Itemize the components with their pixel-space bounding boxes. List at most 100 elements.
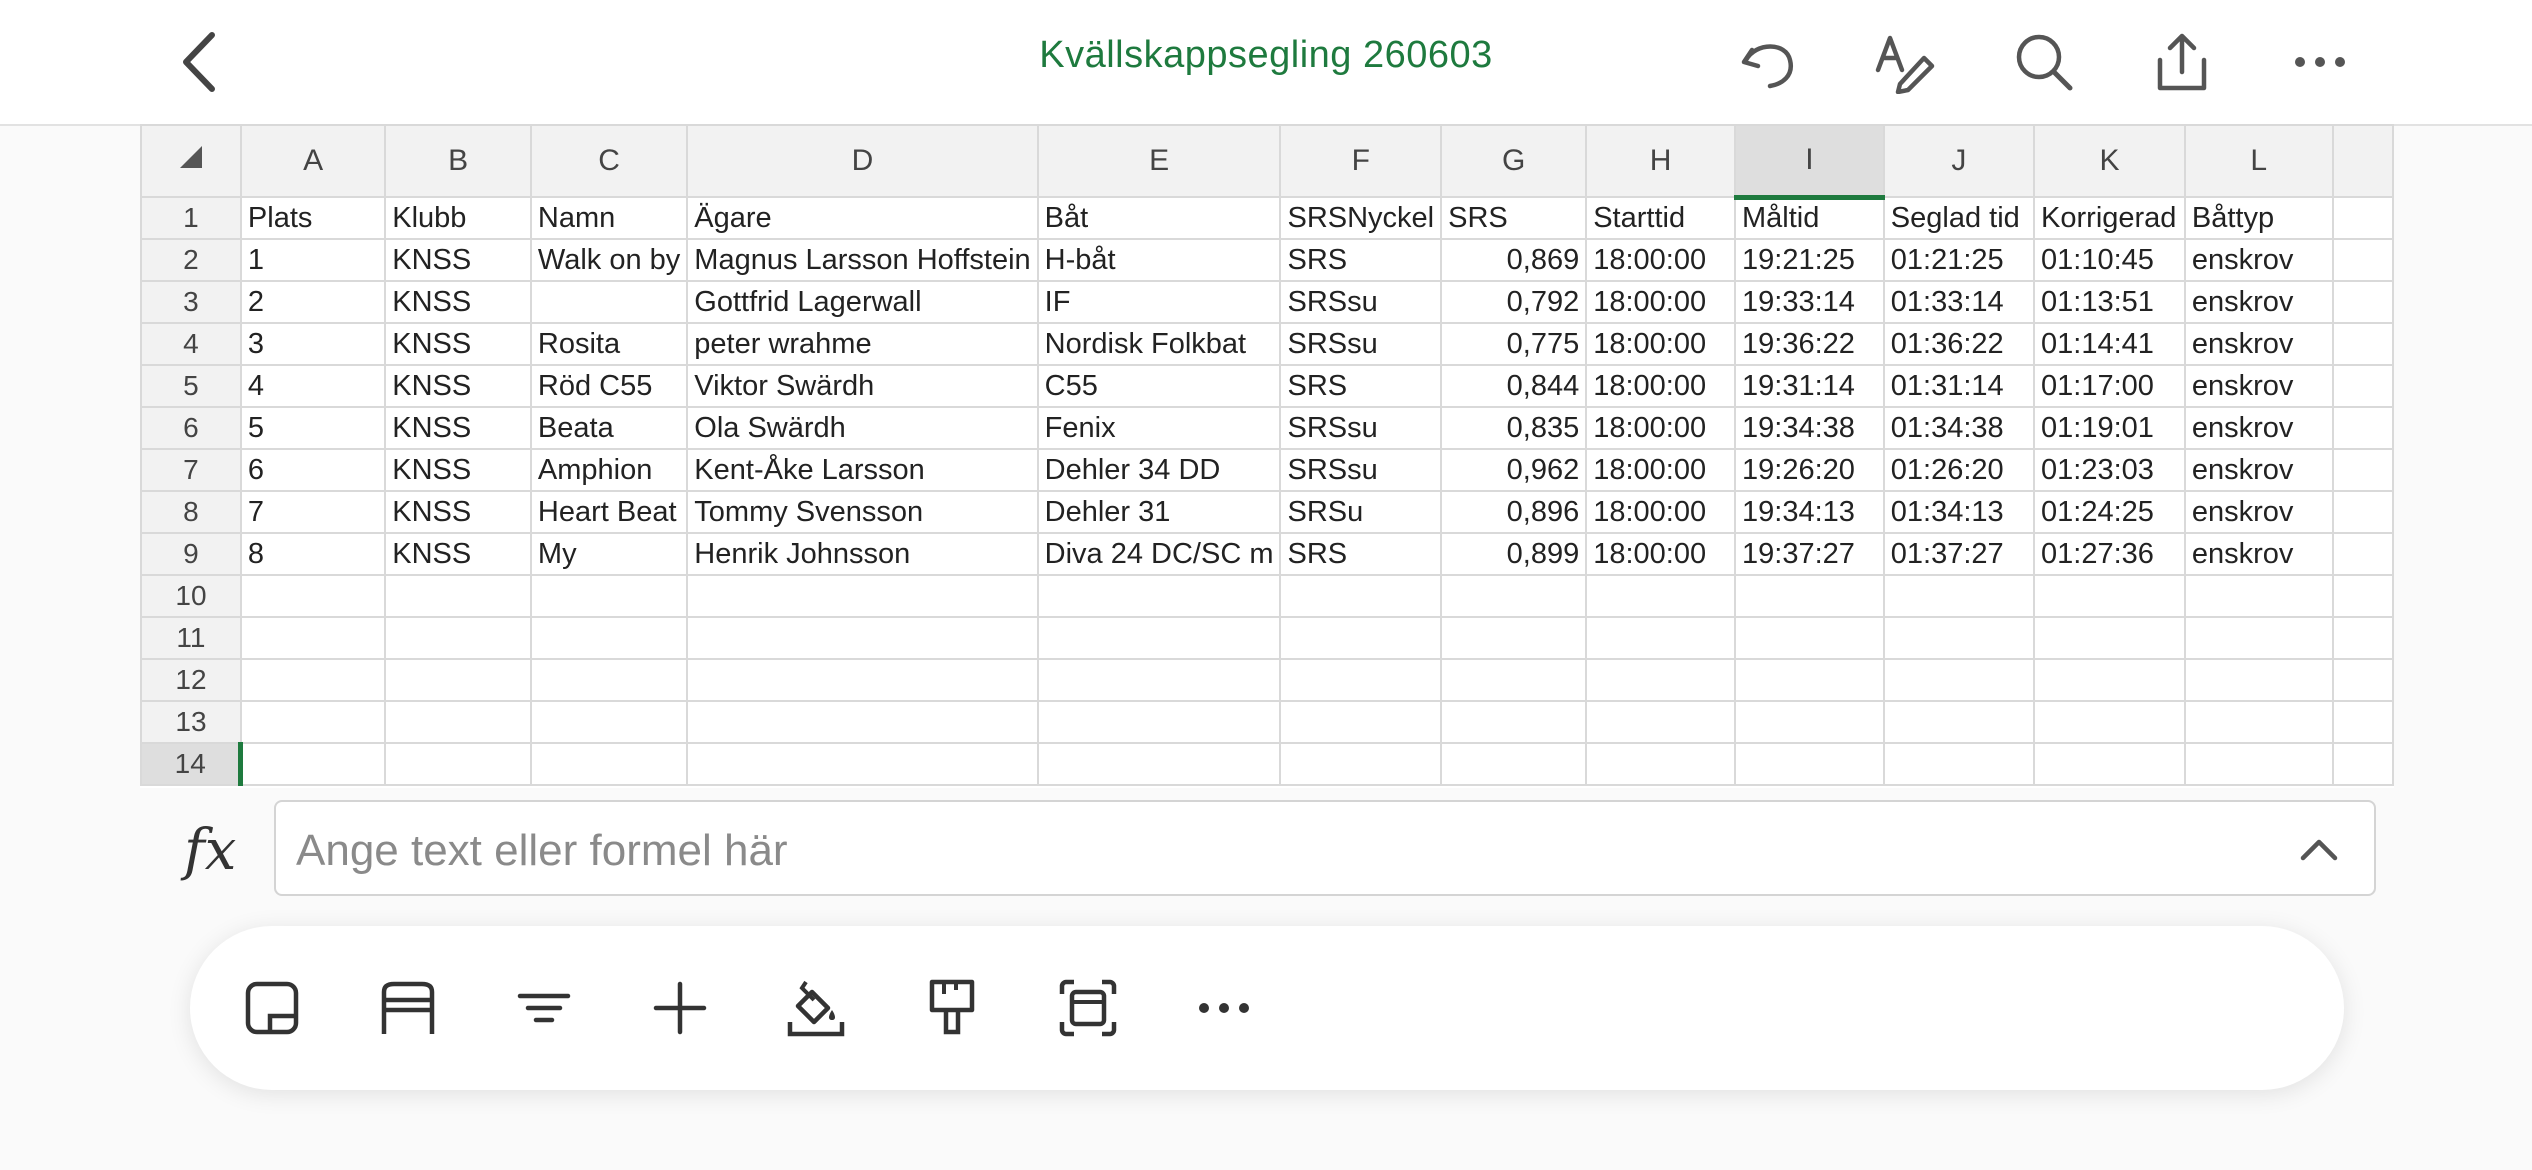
cell[interactable] <box>529 574 689 618</box>
cell[interactable]: Måltid <box>1734 196 1885 240</box>
row-header[interactable]: 2 <box>140 238 242 282</box>
cell[interactable] <box>239 616 387 660</box>
cell[interactable] <box>384 742 532 786</box>
function-label[interactable]: fx <box>184 818 236 883</box>
column-header[interactable]: E <box>1036 124 1282 198</box>
cell[interactable] <box>2331 700 2394 744</box>
cell[interactable] <box>2331 448 2394 492</box>
cell[interactable]: peter wrahme <box>686 322 1039 366</box>
cell[interactable]: 01:19:01 <box>2033 406 2186 450</box>
cell[interactable] <box>2033 658 2186 702</box>
cell[interactable] <box>1279 616 1443 660</box>
cell[interactable] <box>2033 700 2186 744</box>
cell[interactable] <box>1882 742 2036 786</box>
cell[interactable]: Magnus Larsson Hoffstein <box>686 238 1039 282</box>
column-header[interactable]: C <box>529 124 689 198</box>
cell[interactable] <box>2033 574 2186 618</box>
column-header[interactable]: J <box>1882 124 2036 198</box>
cell[interactable] <box>1036 616 1282 660</box>
row-format-button[interactable] <box>368 968 448 1048</box>
cell[interactable]: 18:00:00 <box>1585 490 1736 534</box>
cell[interactable]: 19:33:14 <box>1734 280 1885 324</box>
cell[interactable]: Beata <box>529 406 689 450</box>
cell[interactable] <box>1279 700 1443 744</box>
cell[interactable]: 01:36:22 <box>1882 322 2036 366</box>
cell[interactable]: enskrov <box>2183 238 2334 282</box>
cell[interactable] <box>1036 574 1282 618</box>
cell[interactable] <box>1734 742 1885 786</box>
column-header[interactable]: F <box>1279 124 1443 198</box>
cell[interactable] <box>1585 742 1736 786</box>
cell[interactable]: Namn <box>529 196 689 240</box>
share-button[interactable] <box>2142 22 2222 102</box>
cell[interactable] <box>2331 490 2394 534</box>
cell[interactable]: 19:31:14 <box>1734 364 1885 408</box>
cell[interactable] <box>686 658 1039 702</box>
cell[interactable]: 18:00:00 <box>1585 238 1736 282</box>
cell[interactable] <box>1279 742 1443 786</box>
cell[interactable]: KNSS <box>384 448 532 492</box>
cell[interactable]: Walk on by <box>529 238 689 282</box>
cell[interactable] <box>1882 658 2036 702</box>
cell[interactable] <box>1036 742 1282 786</box>
row-header[interactable]: 12 <box>140 658 242 702</box>
cell[interactable] <box>2331 322 2394 366</box>
cell[interactable] <box>1882 616 2036 660</box>
cell[interactable]: 01:14:41 <box>2033 322 2186 366</box>
format-painter-button[interactable] <box>912 968 992 1048</box>
cell[interactable]: SRSsu <box>1279 322 1443 366</box>
column-header[interactable]: D <box>686 124 1039 198</box>
cell[interactable]: enskrov <box>2183 406 2334 450</box>
column-header[interactable]: K <box>2033 124 2186 198</box>
cell[interactable] <box>529 700 689 744</box>
cell[interactable]: enskrov <box>2183 490 2334 534</box>
cell[interactable]: C55 <box>1036 364 1282 408</box>
cell[interactable] <box>686 574 1039 618</box>
cell[interactable]: 18:00:00 <box>1585 406 1736 450</box>
cell[interactable]: Plats <box>239 196 387 240</box>
cell[interactable] <box>1882 574 2036 618</box>
cell[interactable]: KNSS <box>384 238 532 282</box>
cell[interactable]: 0,844 <box>1440 364 1588 408</box>
cell[interactable]: 18:00:00 <box>1585 322 1736 366</box>
cell[interactable]: Diva 24 DC/SC m <box>1036 532 1282 576</box>
cell[interactable]: KNSS <box>384 406 532 450</box>
cell[interactable] <box>1036 658 1282 702</box>
cell[interactable] <box>2331 364 2394 408</box>
cell[interactable]: 0,869 <box>1440 238 1588 282</box>
cell[interactable]: Dehler 31 <box>1036 490 1282 534</box>
cell[interactable]: enskrov <box>2183 364 2334 408</box>
column-header[interactable]: G <box>1440 124 1588 198</box>
row-header[interactable]: 10 <box>140 574 242 618</box>
expand-formula-button[interactable] <box>2294 824 2344 874</box>
cell[interactable] <box>1440 700 1588 744</box>
cell[interactable] <box>1734 574 1885 618</box>
cell[interactable]: 1 <box>239 238 387 282</box>
column-header[interactable]: A <box>239 124 387 198</box>
cell[interactable] <box>686 700 1039 744</box>
insert-button[interactable] <box>640 968 720 1048</box>
undo-button[interactable] <box>1728 22 1808 102</box>
cell[interactable]: SRSNyckel <box>1279 196 1443 240</box>
cell[interactable] <box>1585 574 1736 618</box>
cell[interactable]: SRSsu <box>1279 448 1443 492</box>
cell[interactable] <box>2033 616 2186 660</box>
cell[interactable]: 19:21:25 <box>1734 238 1885 282</box>
spreadsheet-grid[interactable]: ABCDEFGHIJKL 1 Plats Klubb Namn Ägare Båt SRSN… <box>140 124 2394 788</box>
row-header[interactable]: 7 <box>140 448 242 492</box>
cell[interactable]: Ägare <box>686 196 1039 240</box>
cell[interactable] <box>2183 574 2334 618</box>
cell[interactable] <box>2183 616 2334 660</box>
cell[interactable]: 01:17:00 <box>2033 364 2186 408</box>
select-all-button[interactable] <box>140 124 242 198</box>
row-header[interactable]: 5 <box>140 364 242 408</box>
cell[interactable]: KNSS <box>384 280 532 324</box>
row-header[interactable]: 13 <box>140 700 242 744</box>
cell[interactable]: 01:21:25 <box>1882 238 2036 282</box>
cell[interactable]: Röd C55 <box>529 364 689 408</box>
cell[interactable] <box>2183 742 2334 786</box>
cell[interactable] <box>1585 700 1736 744</box>
cell[interactable]: 01:10:45 <box>2033 238 2186 282</box>
cell[interactable]: SRSsu <box>1279 280 1443 324</box>
cell[interactable]: enskrov <box>2183 322 2334 366</box>
